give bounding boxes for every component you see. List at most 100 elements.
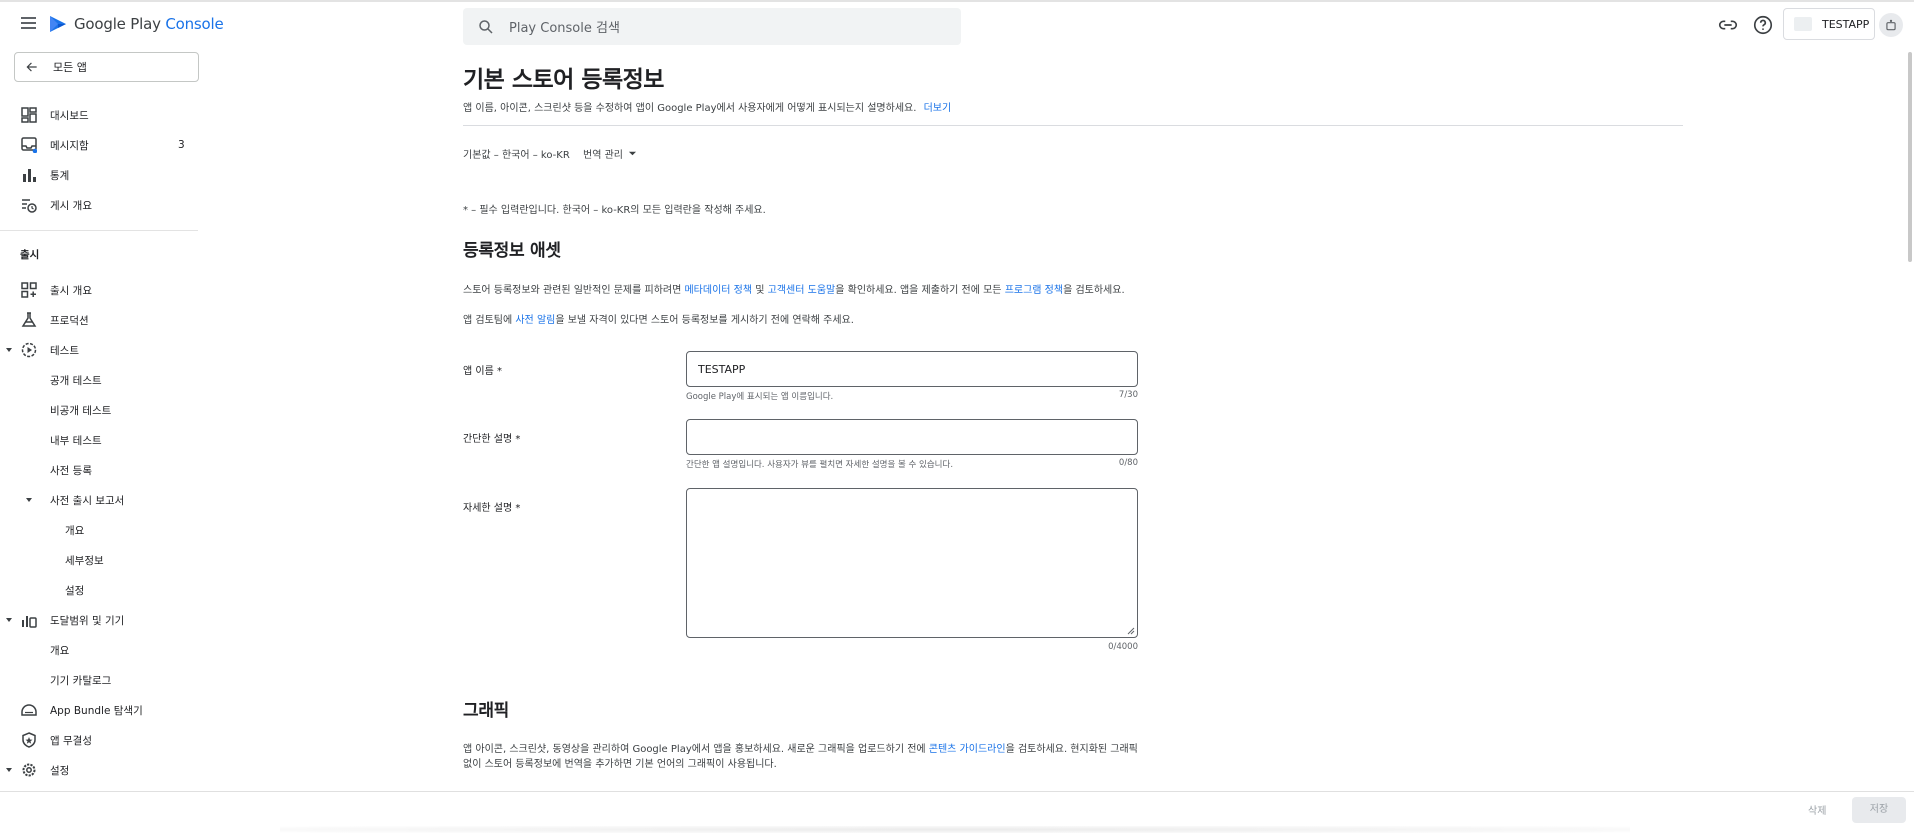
menu-icon[interactable]: [18, 14, 40, 36]
sidebar-item-label: 대시보드: [50, 109, 89, 122]
save-button[interactable]: 저장: [1852, 797, 1906, 823]
sidebar-item-publishing-overview[interactable]: 게시 개요: [0, 192, 198, 218]
manage-translations-dropdown[interactable]: 번역 관리: [583, 146, 637, 161]
manage-translations-label: 번역 관리: [583, 150, 623, 161]
sidebar-item-label: 개요: [50, 644, 70, 657]
learn-more-link[interactable]: 더보기: [924, 103, 952, 114]
gear-icon: [20, 761, 38, 779]
play-console-logo-icon: [50, 16, 66, 32]
help-center-link[interactable]: 고객센터 도움말: [768, 285, 836, 296]
app-name-helper: Google Play에 표시되는 앱 이름입니다.: [686, 392, 834, 402]
sidebar-item-app-bundle-explorer[interactable]: App Bundle 탐색기: [0, 697, 198, 723]
short-description-input[interactable]: [687, 420, 1137, 454]
sidebar-item-device-catalog[interactable]: 기기 카탈로그: [0, 667, 198, 693]
metadata-policy-link[interactable]: 메타데이터 정책: [684, 285, 752, 296]
sidebar-item-testing[interactable]: 테스트: [0, 337, 198, 363]
sidebar-item-pre-launch-report[interactable]: 사전 출시 보고서: [0, 487, 198, 513]
app-selector[interactable]: TESTAPP: [1783, 8, 1875, 40]
app-name-label: 앱 이름 *: [463, 366, 502, 377]
sidebar-item-label: 설정: [50, 764, 70, 777]
full-description-field[interactable]: [686, 488, 1138, 638]
sidebar-item-label: 테스트: [50, 344, 79, 357]
full-description-textarea[interactable]: [687, 489, 1137, 637]
advance-notice-link[interactable]: 사전 알림: [515, 315, 555, 326]
google-play-console-logo[interactable]: Google Play Console: [48, 14, 224, 34]
search-placeholder: Play Console 검색: [509, 21, 620, 36]
sidebar-item-label: 도달범위 및 기기: [50, 614, 125, 627]
sidebar-item-dashboard[interactable]: 대시보드: [0, 102, 198, 128]
release-overview-icon: [20, 281, 38, 299]
sidebar-item-inbox[interactable]: 메시지함 3: [0, 132, 198, 158]
short-description-helper: 간단한 앱 설명입니다. 사용자가 뷰를 펼치면 자세한 설명을 볼 수 있습니…: [686, 460, 954, 470]
sidebar-item-settings[interactable]: 설정: [0, 757, 198, 783]
sidebar-item-app-integrity[interactable]: 앱 무결성: [0, 727, 198, 753]
notice-para-text: 앱 검토팀에: [463, 315, 516, 326]
sidebar-item-production[interactable]: 프로덕션: [0, 307, 198, 333]
all-apps-label: 모든 앱: [53, 61, 87, 74]
sidebar-item-internal-testing[interactable]: 내부 테스트: [0, 427, 198, 453]
full-description-counter: 0/4000: [1108, 642, 1138, 652]
link-icon[interactable]: [1717, 14, 1739, 36]
sidebar-item-reach-devices[interactable]: 도달범위 및 기기: [0, 607, 198, 633]
full-description-label: 자세한 설명 *: [463, 503, 521, 514]
delete-button[interactable]: 삭제: [1808, 800, 1826, 824]
app-thumbnail-icon: [1794, 17, 1812, 31]
graphics-para-text: 앱 아이콘, 스크린샷, 동영상을 관리하여 Google Play에서 앱을 …: [463, 744, 929, 755]
graphics-heading: 그래픽: [463, 701, 510, 721]
chevron-down-icon[interactable]: [4, 345, 14, 355]
chevron-down-icon: [628, 151, 637, 156]
arrow-back-icon: [26, 62, 37, 72]
account-icon: [1886, 19, 1896, 31]
sidebar-item-label: 사전 등록: [50, 464, 92, 477]
default-language-label: 기본값 – 한국어 – ko-KR: [463, 150, 570, 161]
sidebar-item-label: 통계: [50, 169, 70, 182]
sidebar-item-statistics[interactable]: 통계: [0, 162, 198, 188]
app-name-field[interactable]: [686, 351, 1138, 387]
sidebar-item-label: 기기 카탈로그: [50, 674, 112, 687]
header-divider: [463, 125, 1683, 126]
page-title: 기본 스토어 등록정보: [463, 67, 664, 93]
inbox-count-badge: 3: [178, 139, 185, 151]
graphics-para-text: 을 검토하세요. 현지화된 그래픽: [1005, 744, 1138, 755]
sidebar-item-pre-launch-settings[interactable]: 설정: [0, 577, 198, 603]
sidebar-item-pre-registration[interactable]: 사전 등록: [0, 457, 198, 483]
sidebar-item-release-overview[interactable]: 출시 개요: [0, 277, 198, 303]
program-policies-link[interactable]: 프로그램 정책: [1005, 285, 1063, 296]
graphics-para-text: 없이 스토어 등록정보에 번역을 추가하면 기본 언어의 그래픽이 사용됩니다.: [463, 759, 777, 770]
account-avatar[interactable]: [1879, 13, 1903, 37]
advance-notice-paragraph: 앱 검토팀에 사전 알림을 보낼 자격이 있다면 스토어 등록정보를 게시하기 …: [463, 313, 854, 328]
all-apps-button[interactable]: 모든 앱: [14, 52, 199, 82]
publishing-overview-icon: [20, 196, 38, 214]
chevron-down-icon[interactable]: [4, 765, 14, 775]
chevron-down-icon[interactable]: [4, 615, 14, 625]
sidebar-item-reach-overview[interactable]: 개요: [0, 637, 198, 663]
logo-text: Google Play Console: [74, 15, 224, 33]
sidebar-item-label: App Bundle 탐색기: [50, 704, 143, 717]
sidebar-item-closed-testing[interactable]: 비공개 테스트: [0, 397, 198, 423]
dashboard-icon: [20, 106, 38, 124]
sidebar-item-pre-launch-overview[interactable]: 개요: [0, 517, 198, 543]
resize-handle-icon[interactable]: [1127, 627, 1135, 635]
assets-para-text: 을 검토하세요.: [1063, 285, 1125, 296]
assets-policy-paragraph: 스토어 등록정보와 관련된 일반적인 문제를 피하려면 메타데이터 정책 및 고…: [463, 283, 1125, 298]
logo-text-accent: Console: [165, 15, 224, 33]
assets-para-text: 스토어 등록정보와 관련된 일반적인 문제를 피하려면: [463, 285, 685, 296]
chevron-down-icon[interactable]: [24, 495, 34, 505]
page-subtitle: 앱 이름, 아이콘, 스크린샷 등을 수정하여 앱이 Google Play에서…: [463, 99, 951, 114]
search-icon: [479, 19, 493, 34]
sidebar-item-label: 비공개 테스트: [50, 404, 112, 417]
short-description-field[interactable]: [686, 419, 1138, 455]
search-bar[interactable]: Play Console 검색: [463, 8, 961, 45]
sidebar-item-label: 공개 테스트: [50, 374, 102, 387]
sidebar-item-label: 설정: [65, 584, 85, 597]
sidebar-item-label: 내부 테스트: [50, 434, 102, 447]
page-scrollbar[interactable]: [1908, 52, 1912, 262]
inbox-icon: [20, 136, 38, 154]
content-guidelines-link[interactable]: 콘텐츠 가이드라인: [929, 744, 1006, 755]
sidebar-item-open-testing[interactable]: 공개 테스트: [0, 367, 198, 393]
sidebar-section-release: 출시: [20, 249, 40, 261]
sidebar-item-pre-launch-details[interactable]: 세부정보: [0, 547, 198, 573]
app-name-input[interactable]: [687, 352, 1137, 386]
help-icon[interactable]: [1752, 14, 1774, 36]
bar-chart-icon: [20, 166, 38, 184]
